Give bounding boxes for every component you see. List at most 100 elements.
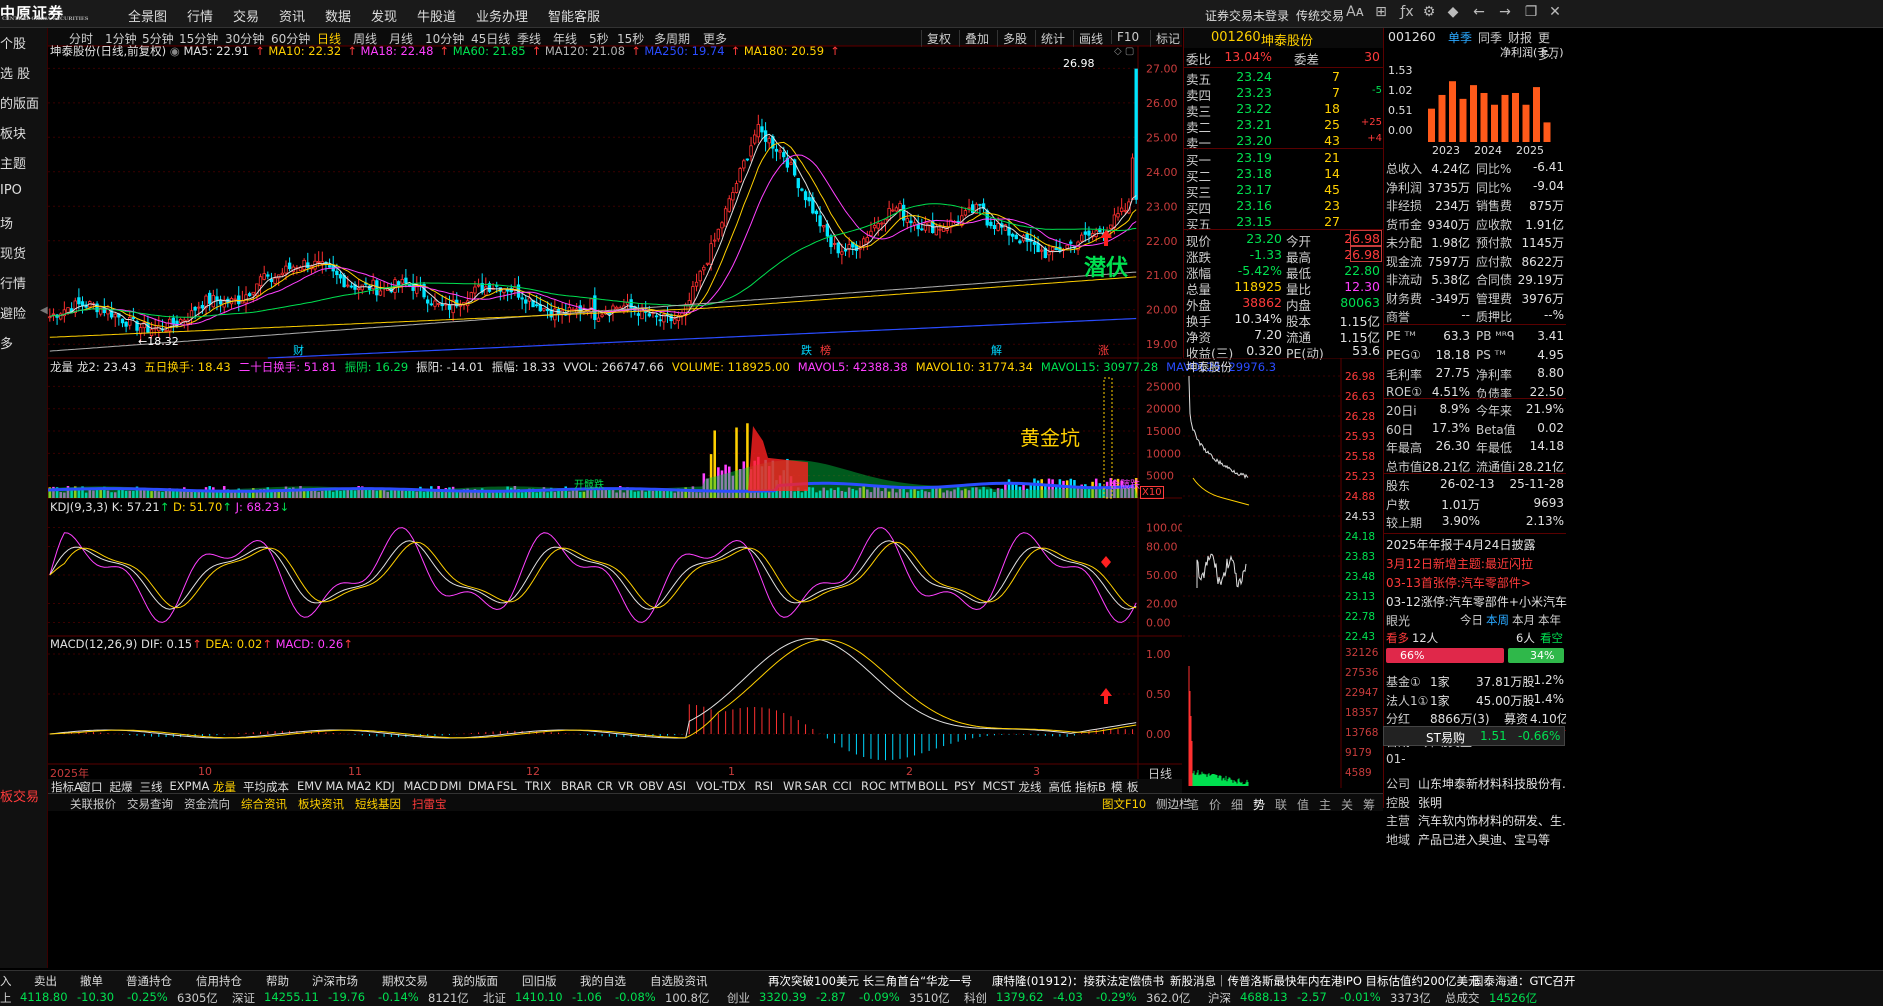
status-action[interactable]: 入 bbox=[0, 973, 12, 989]
left-nav-item[interactable]: 现货 bbox=[0, 243, 48, 262]
chart-tool-button[interactable]: 多股 bbox=[997, 30, 1027, 47]
indicator-tab[interactable]: MTM bbox=[890, 779, 917, 793]
top-menu-item[interactable]: 交易 bbox=[233, 6, 259, 25]
indicator-tab[interactable]: VOL-TDX bbox=[696, 779, 746, 793]
back-icon[interactable]: ← bbox=[1470, 4, 1488, 22]
left-nav-item[interactable]: 行情 bbox=[0, 273, 48, 292]
quote-mode-tab[interactable]: 笔 bbox=[1187, 796, 1199, 813]
chart-tool-button[interactable]: 画线 bbox=[1073, 30, 1103, 47]
top-menu-item[interactable]: 业务办理 bbox=[476, 6, 528, 25]
quote-mode-tab[interactable]: 值 bbox=[1297, 796, 1309, 813]
indicator-tab[interactable]: OBV bbox=[639, 779, 663, 793]
indicator-tab[interactable]: CR bbox=[597, 779, 613, 793]
ticker-news-2[interactable]: 新股消息｜传普洛斯最快年内在港IPO 目标估值约200亿美元 bbox=[1170, 973, 1479, 989]
top-menu-item[interactable]: 全景图 bbox=[128, 6, 167, 25]
status-action[interactable]: 普通持仓 bbox=[126, 973, 172, 989]
bottom-menu-item[interactable]: 资金流向 bbox=[184, 796, 230, 812]
indicator-tab[interactable]: MACD bbox=[404, 779, 438, 793]
status-action[interactable]: 沪深市场 bbox=[312, 973, 358, 989]
yanguang-tab[interactable]: 本周 bbox=[1486, 612, 1509, 628]
fin-tab[interactable]: 单季 bbox=[1448, 29, 1472, 46]
chart-tool-button[interactable]: F10 bbox=[1111, 30, 1139, 44]
trade-login-status[interactable]: 证券交易未登录 bbox=[1205, 7, 1289, 24]
indicator-tab[interactable]: MCST bbox=[983, 779, 1015, 793]
bottom-menu-item[interactable]: 板块资讯 bbox=[298, 796, 344, 812]
indicator-tab[interactable]: ROC bbox=[861, 779, 886, 793]
status-action[interactable]: 卖出 bbox=[34, 973, 57, 989]
indicator-tab[interactable]: DMA bbox=[468, 779, 495, 793]
left-nav-item[interactable]: 主题 bbox=[0, 153, 48, 172]
skin-icon[interactable]: ◆ bbox=[1444, 4, 1462, 22]
bottom-menu-item[interactable]: 交易查询 bbox=[127, 796, 173, 812]
bottom-menu-item[interactable]: 短线基因 bbox=[355, 796, 401, 812]
indicator-tab[interactable]: PSY bbox=[954, 779, 975, 793]
left-nav-item[interactable]: 选 股 bbox=[0, 63, 48, 82]
top-menu-item[interactable]: 牛股道 bbox=[417, 6, 456, 25]
indicator-tab[interactable]: CCI bbox=[833, 779, 852, 793]
left-nav-item[interactable]: 个股 bbox=[0, 33, 48, 52]
restore-window-icon[interactable]: ❐ bbox=[1522, 4, 1540, 22]
bottom-menu-item[interactable]: 关联报价 bbox=[70, 796, 116, 812]
news-item[interactable]: 2025年年报于4月24日披露 bbox=[1386, 536, 1568, 554]
status-action[interactable]: 自选股资讯 bbox=[650, 973, 708, 989]
quote-mode-tab[interactable]: 势 bbox=[1253, 796, 1265, 813]
indicator-tab[interactable]: VR bbox=[618, 779, 634, 793]
quote-mode-tab[interactable]: 筹 bbox=[1363, 796, 1375, 813]
chart-tool-button[interactable]: 复权 bbox=[921, 30, 951, 47]
quote-mode-tab[interactable]: 关 bbox=[1341, 796, 1353, 813]
top-menu-item[interactable]: 资讯 bbox=[279, 6, 305, 25]
grid-icon[interactable]: ⊞ bbox=[1372, 4, 1390, 22]
formula-icon[interactable]: ƒx bbox=[1398, 4, 1416, 22]
traditional-trade-button[interactable]: 传统交易 bbox=[1296, 7, 1344, 24]
indicator-tab[interactable]: TRIX bbox=[525, 779, 551, 793]
collapse-arrow-icon[interactable]: ◀ bbox=[40, 305, 48, 316]
indicator-tab[interactable]: BOLL bbox=[918, 779, 948, 793]
intraday-chart[interactable]: 26.98 26.63 26.28 25.93 25.58 25.23 24.88 24.53… bbox=[1183, 358, 1383, 788]
top-menu-item[interactable]: 数据 bbox=[325, 6, 351, 25]
kline-chart[interactable]: 27.0026.0025.0024.0023.0022.0021.0020.00… bbox=[48, 46, 1182, 794]
forward-icon[interactable]: → bbox=[1496, 4, 1514, 22]
ticker-right[interactable]: 国泰海通：GTC召开 bbox=[1472, 973, 1575, 989]
ticker-news[interactable]: 康特隆(01912)：接获法定偿债书 bbox=[992, 973, 1164, 989]
fin-tab[interactable]: 同季 bbox=[1478, 29, 1502, 46]
top-menu-item[interactable]: 行情 bbox=[187, 6, 213, 25]
news-item[interactable]: 03-12涨停:汽车零部件+小米汽车... bbox=[1386, 593, 1568, 611]
left-nav-item[interactable]: 的版面 bbox=[0, 93, 48, 112]
left-nav-item[interactable]: 板块 bbox=[0, 123, 48, 142]
quote-mode-tab[interactable]: 细 bbox=[1231, 796, 1243, 813]
top-menu-item[interactable]: 发现 bbox=[371, 6, 397, 25]
chart-tool-button[interactable]: 标记 bbox=[1150, 30, 1180, 47]
indicator-tab[interactable]: ASI bbox=[668, 779, 687, 793]
status-action[interactable]: 撤单 bbox=[80, 973, 103, 989]
f10-button[interactable]: 图文F10 bbox=[1102, 796, 1146, 812]
quote-mode-tab[interactable]: 主 bbox=[1319, 796, 1331, 813]
left-nav-item[interactable]: IPO bbox=[0, 183, 48, 198]
st-ticker-popup[interactable]: ST易购 1.51 -0.66% bbox=[1383, 726, 1565, 746]
close-icon[interactable]: ✕ bbox=[1546, 4, 1564, 22]
indicator-tab[interactable]: MA2 bbox=[347, 779, 372, 793]
quote-mode-tab[interactable]: 联 bbox=[1275, 796, 1287, 813]
status-action[interactable]: 期权交易 bbox=[382, 973, 428, 989]
indicator-tab[interactable]: FSL bbox=[497, 779, 517, 793]
status-action[interactable]: 我的版面 bbox=[452, 973, 498, 989]
font-size-icon[interactable]: Aᴀ bbox=[1346, 4, 1364, 22]
news-item[interactable]: 3月12日新增主题:最近闪拉 bbox=[1386, 555, 1568, 573]
left-nav-bottom[interactable]: 板交易 bbox=[0, 786, 48, 805]
news-item[interactable]: 03-13首张停:汽车零部件> bbox=[1386, 574, 1568, 592]
indicator-tab[interactable]: BRAR bbox=[561, 779, 592, 793]
yanguang-tab[interactable]: 今日 bbox=[1460, 612, 1483, 628]
gear-icon[interactable]: ⚙ bbox=[1420, 4, 1438, 22]
indicator-tab[interactable]: SAR bbox=[804, 779, 827, 793]
bottom-menu-item[interactable]: 扫雷宝 bbox=[412, 796, 447, 812]
status-action[interactable]: 帮助 bbox=[266, 973, 289, 989]
indicator-tab[interactable]: WR bbox=[783, 779, 802, 793]
status-action[interactable]: 回旧版 bbox=[522, 973, 557, 989]
yanguang-tab[interactable]: 本年 bbox=[1538, 612, 1561, 628]
quote-mode-tab[interactable]: 价 bbox=[1209, 796, 1221, 813]
left-nav-item[interactable]: 场 bbox=[0, 213, 48, 232]
indicator-tab[interactable]: DMI bbox=[440, 779, 462, 793]
bottom-menu-item[interactable]: 综合资讯 bbox=[241, 796, 287, 812]
yanguang-tab[interactable]: 本月 bbox=[1512, 612, 1535, 628]
left-nav-item[interactable]: 多 bbox=[0, 333, 48, 352]
indicator-tab[interactable]: RSI bbox=[755, 779, 774, 793]
